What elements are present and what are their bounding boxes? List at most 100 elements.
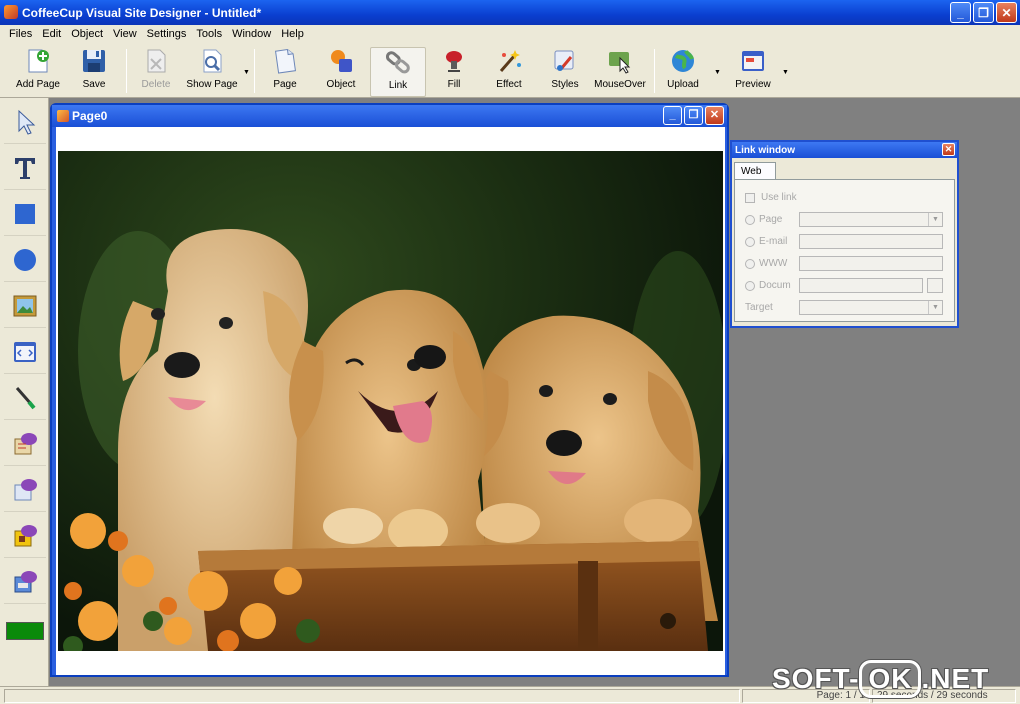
link-button[interactable]: Link [370,47,426,97]
menu-view[interactable]: View [108,28,142,40]
minimize-button[interactable]: _ [950,2,971,23]
flash-tool[interactable] [4,468,46,512]
media-stamp-icon [11,522,39,550]
app-icon [4,5,18,19]
page-icon [271,47,299,75]
image-tool[interactable] [4,284,46,328]
arrow-pointer-icon [11,108,39,136]
add-page-button[interactable]: Add Page [10,47,66,97]
styles-button[interactable]: Styles [537,47,593,97]
design-canvas[interactable] [56,127,725,675]
add-page-label: Add Page [16,79,60,90]
document-field[interactable] [799,278,923,293]
link-window-titlebar[interactable]: Link window ✕ [732,142,957,158]
page-window-icon [57,110,69,122]
email-field[interactable] [799,234,943,249]
link-options-panel: Use link Page ▼ E-mail WWW Docum Target … [734,179,955,322]
effect-button[interactable]: Effect [481,47,537,97]
page-minimize-button[interactable]: _ [663,106,682,125]
page-maximize-button[interactable]: ❐ [684,106,703,125]
page-option[interactable]: Page [745,214,782,225]
www-option[interactable]: WWW [745,258,787,269]
preview-button[interactable]: Preview [725,47,781,97]
menu-settings[interactable]: Settings [142,28,192,40]
show-page-label: Show Page [186,79,238,90]
upload-dropdown-icon[interactable]: ▼ [714,69,721,76]
rectangle-icon [11,200,39,228]
tab-web[interactable]: Web [734,162,776,180]
mouseover-label: MouseOver [594,79,646,90]
link-window-title: Link window [735,144,795,156]
page-button[interactable]: Page [257,47,313,97]
color-swatch[interactable] [6,622,44,640]
show-page-icon [198,47,226,75]
object-button[interactable]: Object [313,47,369,97]
plugin-tool[interactable] [4,560,46,604]
menu-help[interactable]: Help [276,28,309,40]
page-option-label: Page [759,214,783,225]
menu-window[interactable]: Window [227,28,276,40]
menu-files[interactable]: Files [4,28,37,40]
page-window-title: Page0 [72,109,108,123]
fill-button[interactable]: Fill [426,47,482,97]
select-tool[interactable] [4,100,46,144]
mouseover-button[interactable]: MouseOver [592,47,648,97]
toolbar-separator [254,49,255,93]
link-window: Link window ✕ Web Use link Page ▼ E-mail [730,140,959,328]
page-window-titlebar[interactable]: Page0 [52,105,727,127]
menu-edit[interactable]: Edit [37,28,66,40]
show-page-dropdown-icon[interactable]: ▼ [243,69,250,76]
form-tool[interactable] [4,422,46,466]
email-radio[interactable] [745,236,755,247]
app-window: CoffeeCup Visual Site Designer - Untitle… [0,0,1020,704]
target-select[interactable]: ▼ [799,300,943,315]
page-label: Page [273,79,297,90]
use-link-checkbox[interactable] [745,192,755,203]
save-label: Save [82,79,106,90]
use-link-row[interactable]: Use link [745,192,797,203]
delete-button[interactable]: Delete [128,47,184,97]
page-radio[interactable] [745,214,755,225]
link-window-close-button[interactable]: ✕ [942,143,955,156]
email-option-label: E-mail [759,236,788,247]
flash-stamp-icon [11,476,39,504]
save-button[interactable]: Save [66,47,122,97]
ellipse-tool[interactable] [4,238,46,282]
chevron-down-icon: ▼ [928,301,942,314]
target-label: Target [745,302,773,313]
text-tool[interactable] [4,146,46,190]
html-code-icon [11,338,39,366]
document-radio[interactable] [745,280,755,291]
menu-object[interactable]: Object [66,28,108,40]
puppies-image[interactable] [58,151,723,651]
maximize-button[interactable]: ❐ [973,2,994,23]
target-row: Target [745,302,773,313]
close-button[interactable]: ✕ [996,2,1017,23]
fill-bucket-icon [440,47,468,75]
document-option[interactable]: Docum [745,280,791,291]
puppies-photo-drawing [63,229,723,651]
preview-window-icon [739,47,767,75]
tool-palette [0,98,49,686]
eyedropper-icon [11,384,39,412]
watermark-logo: SOFT- OK .NET [772,660,989,698]
upload-button[interactable]: Upload [655,47,711,97]
html-code-tool[interactable] [4,330,46,374]
menu-tools[interactable]: Tools [191,28,227,40]
eyedropper-tool[interactable] [4,376,46,420]
www-field[interactable] [799,256,943,271]
show-page-button[interactable]: Show Page [184,47,240,97]
watermark-ok: OK [859,660,922,698]
add-page-icon [24,47,52,75]
www-option-label: WWW [759,258,788,269]
media-tool[interactable] [4,514,46,558]
www-radio[interactable] [745,258,755,269]
browse-button[interactable] [927,278,943,293]
effect-label: Effect [496,79,522,90]
preview-dropdown-icon[interactable]: ▼ [782,69,789,76]
rectangle-tool[interactable] [4,192,46,236]
email-option[interactable]: E-mail [745,236,787,247]
document-option-label: Docum [759,280,791,291]
page-select[interactable]: ▼ [799,212,943,227]
page-close-button[interactable]: ✕ [705,106,724,125]
